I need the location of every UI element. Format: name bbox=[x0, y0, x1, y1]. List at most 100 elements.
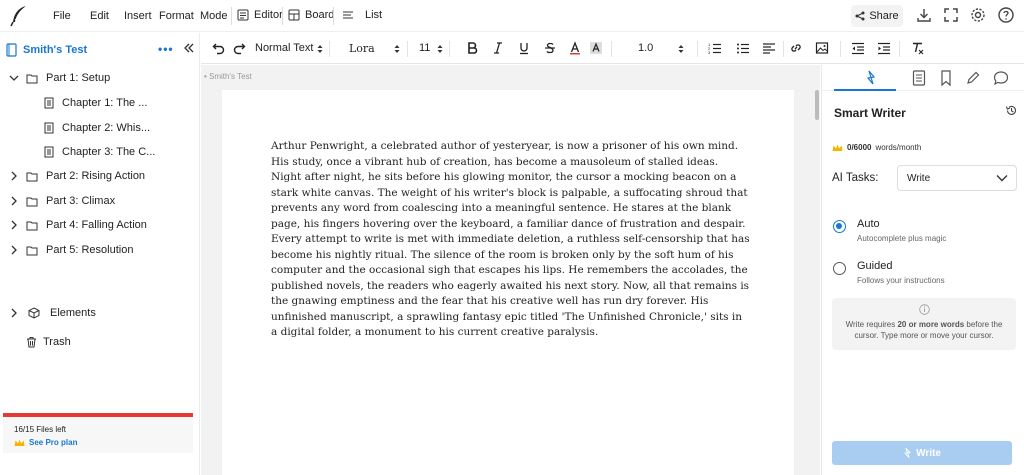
tree-item-label: Chapter 2: Whis... bbox=[62, 122, 151, 134]
word-unit: words/month bbox=[875, 143, 922, 152]
numbered-list-icon[interactable]: 123 bbox=[708, 41, 722, 55]
menu-file[interactable]: File bbox=[53, 10, 71, 22]
updown-caret-icon bbox=[678, 45, 684, 53]
clear-formatting-icon[interactable] bbox=[911, 41, 925, 55]
folder-icon bbox=[26, 172, 38, 181]
top-menubar: File Edit Insert Format Mode Editor Boar… bbox=[0, 0, 1024, 32]
tree-item-part2[interactable]: Part 2: Rising Action bbox=[8, 170, 145, 182]
toolbar-divider bbox=[697, 41, 698, 57]
editor-icon bbox=[237, 9, 249, 21]
tree-item-part1[interactable]: Part 1: Setup bbox=[8, 72, 110, 84]
document-page[interactable]: Arthur Penwright, a celebrated author of… bbox=[222, 90, 794, 475]
view-editor-button[interactable]: Editor bbox=[237, 6, 283, 24]
fullscreen-icon[interactable] bbox=[942, 6, 960, 24]
line-spacing-select[interactable]: 1.0 bbox=[638, 42, 653, 54]
tree-item-chapter1[interactable]: Chapter 1: The ... bbox=[44, 97, 147, 109]
share-button[interactable]: Share bbox=[851, 5, 903, 27]
strikethrough-icon[interactable] bbox=[543, 41, 557, 55]
outline-tab-icon[interactable] bbox=[910, 69, 928, 87]
svg-text:3: 3 bbox=[708, 50, 711, 55]
tree-item-part3[interactable]: Part 3: Climax bbox=[8, 195, 115, 207]
chevron-right-icon[interactable] bbox=[8, 195, 20, 207]
chevron-right-icon[interactable] bbox=[8, 219, 20, 231]
italic-icon[interactable] bbox=[491, 41, 505, 55]
menu-format[interactable]: Format bbox=[159, 10, 194, 22]
chevron-right-icon[interactable] bbox=[8, 244, 20, 256]
image-icon[interactable] bbox=[815, 41, 829, 55]
text-style-select[interactable]: Normal Text bbox=[255, 42, 313, 54]
view-board-button[interactable]: Board bbox=[288, 6, 334, 24]
toolbar-divider bbox=[783, 41, 784, 57]
outdent-icon[interactable] bbox=[851, 41, 865, 55]
document-icon bbox=[44, 122, 54, 134]
project-book-icon bbox=[6, 43, 17, 57]
project-title[interactable]: Smith's Test bbox=[23, 44, 87, 56]
chevron-right-icon[interactable] bbox=[8, 307, 20, 319]
write-button[interactable]: Write bbox=[832, 441, 1012, 465]
chevron-right-icon[interactable] bbox=[8, 170, 20, 182]
updown-caret-icon bbox=[317, 45, 323, 53]
tree-item-chapter2[interactable]: Chapter 2: Whis... bbox=[44, 122, 150, 134]
bookmark-tab-icon[interactable] bbox=[937, 69, 955, 87]
folder-open-icon bbox=[26, 74, 38, 83]
underline-icon[interactable] bbox=[517, 41, 531, 55]
text-color-icon[interactable] bbox=[568, 41, 582, 55]
active-tab-indicator bbox=[834, 89, 896, 91]
download-icon[interactable] bbox=[915, 6, 933, 24]
comment-tab-icon[interactable] bbox=[992, 69, 1010, 87]
see-pro-plan-label: See Pro plan bbox=[29, 438, 78, 447]
align-left-icon[interactable] bbox=[762, 41, 776, 55]
font-family-select[interactable]: Lora bbox=[349, 42, 375, 55]
highlight-color-icon[interactable] bbox=[589, 41, 603, 55]
view-list-button[interactable]: List bbox=[342, 6, 382, 24]
bold-icon[interactable] bbox=[465, 41, 479, 55]
list-icon bbox=[343, 11, 353, 19]
word-count: 0/6000 bbox=[847, 143, 872, 152]
document-body-text[interactable]: Arthur Penwright, a celebrated author of… bbox=[271, 139, 751, 341]
menu-divider bbox=[282, 7, 283, 25]
toolbar-divider bbox=[611, 41, 612, 57]
menu-divider bbox=[333, 7, 334, 25]
crown-icon bbox=[832, 144, 843, 151]
redo-icon[interactable] bbox=[232, 41, 246, 55]
tree-item-part4[interactable]: Part 4: Falling Action bbox=[8, 219, 147, 231]
indent-icon[interactable] bbox=[877, 41, 891, 55]
folder-icon bbox=[26, 221, 38, 230]
see-pro-plan-link[interactable]: See Pro plan bbox=[14, 438, 77, 447]
collapse-sidebar-icon[interactable] bbox=[182, 41, 196, 55]
chevron-down-icon bbox=[996, 175, 1008, 182]
undo-icon[interactable] bbox=[212, 41, 226, 55]
auto-radio[interactable] bbox=[833, 220, 846, 233]
elements-item[interactable]: Elements bbox=[8, 307, 96, 319]
tree-item-part5[interactable]: Part 5: Resolution bbox=[8, 244, 133, 256]
menu-mode[interactable]: Mode bbox=[200, 10, 228, 22]
history-icon[interactable] bbox=[1005, 104, 1018, 117]
menu-edit[interactable]: Edit bbox=[90, 10, 109, 22]
font-size-select[interactable]: 11 bbox=[419, 42, 430, 54]
tree-item-label: Part 4: Falling Action bbox=[46, 219, 147, 231]
word-quota: 0/6000 words/month bbox=[832, 143, 921, 152]
project-more-button[interactable]: ••• bbox=[158, 42, 174, 56]
pen-tab-icon[interactable] bbox=[964, 69, 982, 87]
help-icon[interactable] bbox=[997, 6, 1015, 24]
ai-task-select[interactable]: Write bbox=[897, 165, 1017, 191]
cube-icon bbox=[28, 307, 40, 319]
menu-insert[interactable]: Insert bbox=[124, 10, 152, 22]
view-editor-label: Editor bbox=[254, 9, 283, 21]
toolbar-divider bbox=[899, 41, 900, 57]
folder-icon bbox=[26, 197, 38, 206]
share-label: Share bbox=[869, 10, 899, 22]
tree-item-chapter3[interactable]: Chapter 3: The C... bbox=[44, 146, 155, 158]
trash-item[interactable]: Trash bbox=[26, 336, 71, 348]
quill-logo-icon[interactable] bbox=[8, 4, 30, 28]
settings-gear-icon[interactable] bbox=[969, 6, 987, 24]
link-icon[interactable] bbox=[789, 41, 803, 55]
tree-item-label: Part 2: Rising Action bbox=[46, 170, 146, 182]
chevron-down-icon[interactable] bbox=[8, 72, 20, 84]
guided-option-title[interactable]: Guided bbox=[857, 260, 892, 272]
bullet-list-icon[interactable] bbox=[736, 41, 750, 55]
smart-writer-tab-icon[interactable] bbox=[862, 69, 880, 87]
editor-scrollbar[interactable] bbox=[815, 90, 819, 120]
auto-option-title[interactable]: Auto bbox=[857, 218, 880, 230]
guided-radio[interactable] bbox=[833, 262, 846, 275]
